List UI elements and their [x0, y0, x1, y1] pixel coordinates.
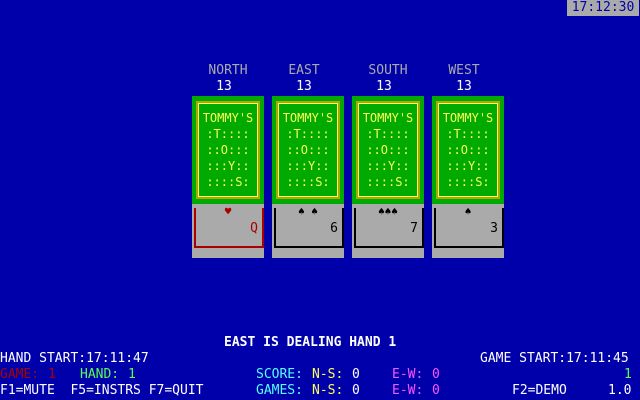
card-back-text: ::O:::	[206, 143, 250, 157]
played-card-east: ♠ ♠ 6	[272, 204, 344, 258]
card-back-text: :::Y::	[366, 159, 410, 173]
seat-count-east: 13	[296, 79, 312, 94]
version-label: 1.0	[608, 383, 632, 398]
card-back-text: TOMMY'S	[362, 111, 414, 125]
hand-start-time: HAND START:17:11:47	[0, 351, 149, 366]
card-rank: 6	[330, 221, 338, 236]
hand-label: HAND:	[80, 367, 120, 382]
score-ew-label: E-W:	[392, 367, 424, 382]
card-suit-pips: ♠♠♠	[378, 205, 398, 218]
status-message: EAST IS DEALING HAND 1	[224, 335, 397, 350]
hand-value: 1	[128, 367, 136, 382]
seat-label-south: SOUTH	[368, 63, 408, 78]
card-suit-pips: ♠ ♠	[298, 205, 318, 218]
game-label: GAME:	[0, 367, 40, 382]
seat-count-north: 13	[216, 79, 232, 94]
game-value: 1	[48, 367, 56, 382]
card-back-text: ::::S:	[206, 175, 250, 189]
card-back-text: ::::S:	[446, 175, 490, 189]
card-back-text: :::Y::	[206, 159, 250, 173]
card-back-text: ::O:::	[286, 143, 330, 157]
games-ns-value: 0	[352, 383, 360, 398]
card-back-text: :T::::	[206, 127, 250, 141]
card-back-south[interactable]: TOMMY'S :T:::: ::O::: :::Y:: ::::S:	[352, 96, 424, 204]
clock-display: 17:12:30	[567, 0, 639, 16]
demo-key-button[interactable]: F2=DEMO	[512, 384, 567, 398]
seat-label-west: WEST	[448, 63, 480, 78]
card-back-north[interactable]: TOMMY'S :T:::: ::O::: :::Y:: ::::S:	[192, 96, 264, 204]
right-counter: 1	[624, 367, 632, 382]
played-card-south: ♠♠♠ 7	[352, 204, 424, 258]
function-keys-help[interactable]: F1=MUTE F5=INSTRS F7=QUIT	[0, 384, 204, 398]
games-ew-label: E-W:	[392, 383, 424, 398]
seat-count-west: 13	[456, 79, 472, 94]
card-back-text: ::::S:	[286, 175, 330, 189]
card-back-text: :::Y::	[286, 159, 330, 173]
card-back-east[interactable]: TOMMY'S :T:::: ::O::: :::Y:: ::::S:	[272, 96, 344, 204]
card-back-text: TOMMY'S	[202, 111, 254, 125]
seat-label-north: NORTH	[208, 63, 248, 78]
card-back-text: TOMMY'S	[442, 111, 494, 125]
score-label: SCORE:	[256, 367, 303, 382]
games-ew-value: 0	[432, 383, 440, 398]
games-ns-label: N-S:	[312, 383, 344, 398]
card-back-text: :T::::	[446, 127, 490, 141]
played-card-west: ♠ 3	[432, 204, 504, 258]
card-rank: 7	[410, 221, 418, 236]
card-back-text: :T::::	[286, 127, 330, 141]
games-label: GAMES:	[256, 383, 303, 398]
card-back-text: TOMMY'S	[282, 111, 334, 125]
card-back-text: :T::::	[366, 127, 410, 141]
played-card-north: ♥ Q	[192, 204, 264, 258]
card-back-text: ::::S:	[366, 175, 410, 189]
score-ew-value: 0	[432, 367, 440, 382]
card-back-text: ::O:::	[366, 143, 410, 157]
seat-label-east: EAST	[288, 63, 320, 78]
card-suit-pips: ♥	[224, 205, 232, 218]
card-back-west[interactable]: TOMMY'S :T:::: ::O::: :::Y:: ::::S:	[432, 96, 504, 204]
card-back-text: :::Y::	[446, 159, 490, 173]
card-rank: 3	[490, 221, 498, 236]
card-suit-pips: ♠	[464, 205, 472, 218]
card-back-text: ::O:::	[446, 143, 490, 157]
score-ns-label: N-S:	[312, 367, 344, 382]
game-start-time: GAME START:17:11:45	[480, 351, 629, 366]
score-ns-value: 0	[352, 367, 360, 382]
seat-count-south: 13	[376, 79, 392, 94]
card-rank: Q	[250, 221, 258, 236]
